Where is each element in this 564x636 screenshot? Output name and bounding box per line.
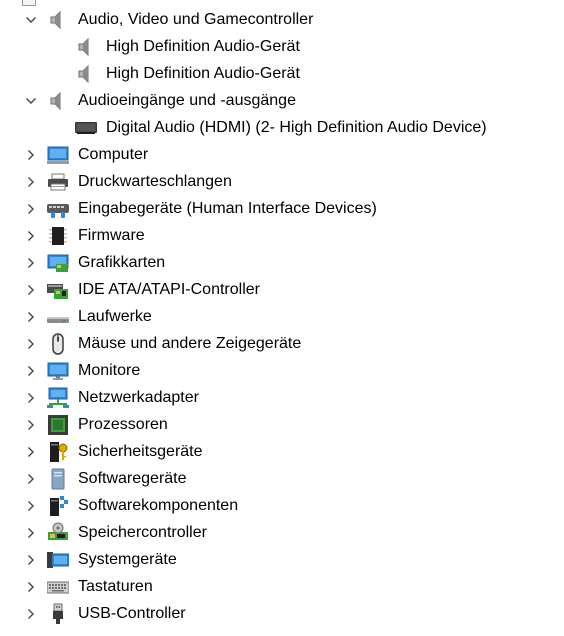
tree-category[interactable]: Grafikkarten xyxy=(0,249,564,276)
tree-category[interactable]: Monitore xyxy=(0,357,564,384)
tree-item-label: Sicherheitsgeräte xyxy=(78,443,203,460)
speaker-icon xyxy=(75,36,97,58)
speaker-icon xyxy=(47,9,69,31)
tree-item-label: Computer xyxy=(78,146,149,163)
tree-item-label: Eingabegeräte (Human Interface Devices) xyxy=(78,200,377,217)
tree-category[interactable]: Firmware xyxy=(0,222,564,249)
usb-icon xyxy=(47,603,69,625)
tree-item-label: USB-Controller xyxy=(78,605,186,622)
expand-chevron-icon[interactable] xyxy=(25,499,37,511)
system-device-icon xyxy=(47,549,70,571)
monitor-dark-icon xyxy=(75,117,97,139)
tree-item-label: Speichercontroller xyxy=(78,524,207,541)
tree-category[interactable]: Laufwerke xyxy=(0,303,564,330)
expand-chevron-icon[interactable] xyxy=(25,310,37,322)
tree-item-label: Grafikkarten xyxy=(78,254,166,271)
tree-item-label: IDE ATA/ATAPI-Controller xyxy=(78,281,260,298)
expand-chevron-icon[interactable] xyxy=(25,337,37,349)
tree-item-label: High Definition Audio-Gerät xyxy=(106,38,300,55)
keyboard-icon xyxy=(46,576,70,598)
tree-device[interactable]: High Definition Audio-Gerät xyxy=(0,60,564,87)
tree-category[interactable]: Audio, Video und Gamecontroller xyxy=(0,6,564,33)
tree-item-label: Digital Audio (HDMI) (2- High Definition… xyxy=(106,119,487,136)
tree-category[interactable]: IDE ATA/ATAPI-Controller xyxy=(0,276,564,303)
tree-item-label: Druckwarteschlangen xyxy=(78,173,232,190)
collapse-chevron-icon[interactable] xyxy=(25,94,37,106)
expand-chevron-icon[interactable] xyxy=(25,256,37,268)
tree-category[interactable]: Prozessoren xyxy=(0,411,564,438)
expand-chevron-icon[interactable] xyxy=(25,418,37,430)
tree-item-label: Audioeingänge und -ausgänge xyxy=(78,92,296,109)
processor-icon xyxy=(47,414,69,436)
tree-category[interactable]: Eingabegeräte (Human Interface Devices) xyxy=(0,195,564,222)
tree-category[interactable]: Sicherheitsgeräte xyxy=(0,438,564,465)
speaker-icon xyxy=(75,63,97,85)
expand-chevron-icon[interactable] xyxy=(25,472,37,484)
tree-category[interactable]: Druckwarteschlangen xyxy=(0,168,564,195)
expand-chevron-icon[interactable] xyxy=(25,553,37,565)
tree-item-label: Firmware xyxy=(78,227,145,244)
drive-icon xyxy=(47,306,69,328)
tree-item-label: Softwaregeräte xyxy=(78,470,187,487)
tree-item-label: Systemgeräte xyxy=(78,551,177,568)
expand-chevron-icon[interactable] xyxy=(25,364,37,376)
tree-category[interactable]: Computer xyxy=(0,141,564,168)
printer-icon xyxy=(47,171,69,193)
tree-category[interactable]: USB-Controller xyxy=(0,600,564,627)
tree-category[interactable]: Systemgeräte xyxy=(0,546,564,573)
tree-item-label: Laufwerke xyxy=(78,308,152,325)
hid-icon xyxy=(47,198,69,220)
tree-category[interactable]: Softwarekomponenten xyxy=(0,492,564,519)
monitor-icon xyxy=(47,360,69,382)
tree-device[interactable]: Digital Audio (HDMI) (2- High Definition… xyxy=(0,114,564,141)
security-icon xyxy=(47,441,69,463)
network-icon xyxy=(47,387,69,409)
tree-item-label: Monitore xyxy=(78,362,141,379)
tree-item-label: Softwarekomponenten xyxy=(78,497,239,514)
tree-category[interactable]: Netzwerkadapter xyxy=(0,384,564,411)
expand-chevron-icon[interactable] xyxy=(25,607,37,619)
device-tree: Audio, Video und Gamecontroller High Defi… xyxy=(0,0,564,636)
mouse-icon xyxy=(47,333,69,355)
tree-item-label: Tastaturen xyxy=(78,578,153,595)
expand-chevron-icon[interactable] xyxy=(25,202,37,214)
tree-category[interactable]: Tastaturen xyxy=(0,573,564,600)
expand-chevron-icon[interactable] xyxy=(25,175,37,187)
tree-item-label: Audio, Video und Gamecontroller xyxy=(78,11,314,28)
tree-category[interactable]: Mäuse und andere Zeigegeräte xyxy=(0,330,564,357)
software-component-icon xyxy=(47,495,69,517)
computer-icon xyxy=(47,144,69,166)
expand-chevron-icon[interactable] xyxy=(25,580,37,592)
tree-item-label: Mäuse und andere Zeigegeräte xyxy=(78,335,302,352)
tree-device[interactable]: High Definition Audio-Gerät xyxy=(0,33,564,60)
ide-controller-icon xyxy=(47,279,69,301)
expand-chevron-icon[interactable] xyxy=(25,445,37,457)
expand-chevron-icon[interactable] xyxy=(25,283,37,295)
expand-chevron-icon[interactable] xyxy=(25,148,37,160)
tree-item-label: High Definition Audio-Gerät xyxy=(106,65,300,82)
tree-item-label: Netzwerkadapter xyxy=(78,389,199,406)
display-adapter-icon xyxy=(47,252,69,274)
expand-chevron-icon[interactable] xyxy=(25,229,37,241)
collapse-chevron-icon[interactable] xyxy=(25,13,37,25)
tree-category[interactable]: Softwaregeräte xyxy=(0,465,564,492)
tree-category[interactable]: Audioeingänge und -ausgänge xyxy=(0,87,564,114)
expand-chevron-icon[interactable] xyxy=(25,526,37,538)
software-device-icon xyxy=(47,468,69,490)
storage-controller-icon xyxy=(47,522,69,544)
tree-item-label: Prozessoren xyxy=(78,416,168,433)
speaker-icon xyxy=(47,90,69,112)
tree-category[interactable]: Speichercontroller xyxy=(0,519,564,546)
firmware-icon xyxy=(47,225,69,247)
expand-chevron-icon[interactable] xyxy=(25,391,37,403)
